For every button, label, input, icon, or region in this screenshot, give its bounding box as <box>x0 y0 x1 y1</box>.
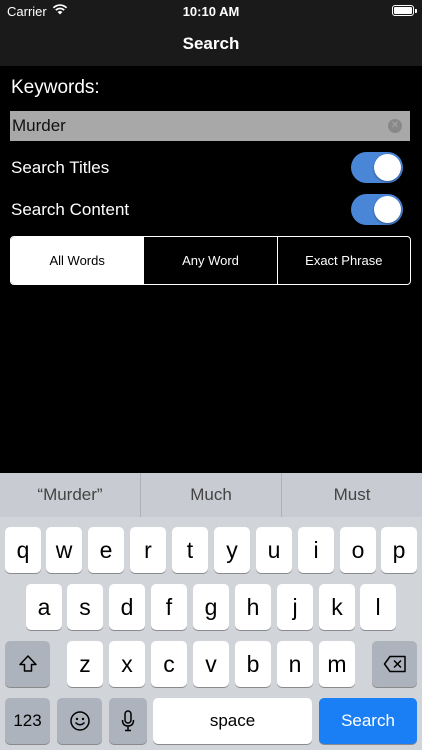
suggestion-bar: “Murder” Much Must <box>0 473 422 517</box>
key-i[interactable]: i <box>298 527 334 573</box>
key-u[interactable]: u <box>256 527 292 573</box>
toggle-knob <box>374 154 401 181</box>
search-content-toggle[interactable] <box>351 194 403 225</box>
key-z[interactable]: z <box>67 641 103 687</box>
key-y[interactable]: y <box>214 527 250 573</box>
segment-any-word[interactable]: Any Word <box>143 237 276 284</box>
search-field[interactable]: ✕ <box>10 111 410 141</box>
search-input[interactable] <box>12 111 382 141</box>
segment-all-words[interactable]: All Words <box>11 237 144 284</box>
key-h[interactable]: h <box>235 584 271 630</box>
emoji-key[interactable] <box>57 698 102 744</box>
backspace-icon <box>383 655 406 673</box>
delete-key[interactable] <box>372 641 417 687</box>
numbers-key[interactable]: 123 <box>5 698 50 744</box>
suggestion-item[interactable]: Much <box>140 473 281 517</box>
microphone-icon <box>121 710 135 732</box>
battery-icon <box>392 5 417 16</box>
keywords-label: Keywords: <box>11 77 100 98</box>
suggestion-item[interactable]: Must <box>281 473 422 517</box>
keyboard: “Murder” Much Must q w e r t y u i o p a… <box>0 473 422 750</box>
key-p[interactable]: p <box>381 527 417 573</box>
key-f[interactable]: f <box>151 584 187 630</box>
toggle-knob <box>374 196 401 223</box>
search-key[interactable]: Search <box>319 698 417 744</box>
key-t[interactable]: t <box>172 527 208 573</box>
key-r[interactable]: r <box>130 527 166 573</box>
key-v[interactable]: v <box>193 641 229 687</box>
emoji-icon <box>69 711 90 731</box>
key-m[interactable]: m <box>319 641 355 687</box>
key-q[interactable]: q <box>5 527 41 573</box>
clear-icon[interactable]: ✕ <box>388 119 402 133</box>
key-b[interactable]: b <box>235 641 271 687</box>
key-n[interactable]: n <box>277 641 313 687</box>
key-e[interactable]: e <box>88 527 124 573</box>
search-content-label: Search Content <box>11 200 130 219</box>
segment-exact-phrase[interactable]: Exact Phrase <box>276 237 410 284</box>
key-w[interactable]: w <box>46 527 82 573</box>
key-d[interactable]: d <box>109 584 145 630</box>
clock: 10:10 AM <box>182 4 240 19</box>
key-g[interactable]: g <box>193 584 229 630</box>
navigation-bar: Search <box>0 22 422 66</box>
search-titles-label: Search Titles <box>11 158 110 177</box>
page-title: Search <box>182 34 240 53</box>
key-c[interactable]: c <box>151 641 187 687</box>
key-l[interactable]: l <box>360 584 396 630</box>
key-k[interactable]: k <box>319 584 355 630</box>
key-j[interactable]: j <box>277 584 313 630</box>
key-s[interactable]: s <box>67 584 103 630</box>
shift-key[interactable] <box>5 641 50 687</box>
key-o[interactable]: o <box>340 527 376 573</box>
space-key[interactable]: space <box>153 698 312 744</box>
match-mode-segmented-control: All Words Any Word Exact Phrase <box>10 236 411 285</box>
status-bar: Carrier 10:10 AM <box>0 0 422 22</box>
search-titles-toggle[interactable] <box>351 152 403 183</box>
key-x[interactable]: x <box>109 641 145 687</box>
shift-icon <box>18 655 37 672</box>
suggestion-item[interactable]: “Murder” <box>0 473 140 517</box>
dictation-key[interactable] <box>109 698 147 744</box>
key-a[interactable]: a <box>26 584 62 630</box>
